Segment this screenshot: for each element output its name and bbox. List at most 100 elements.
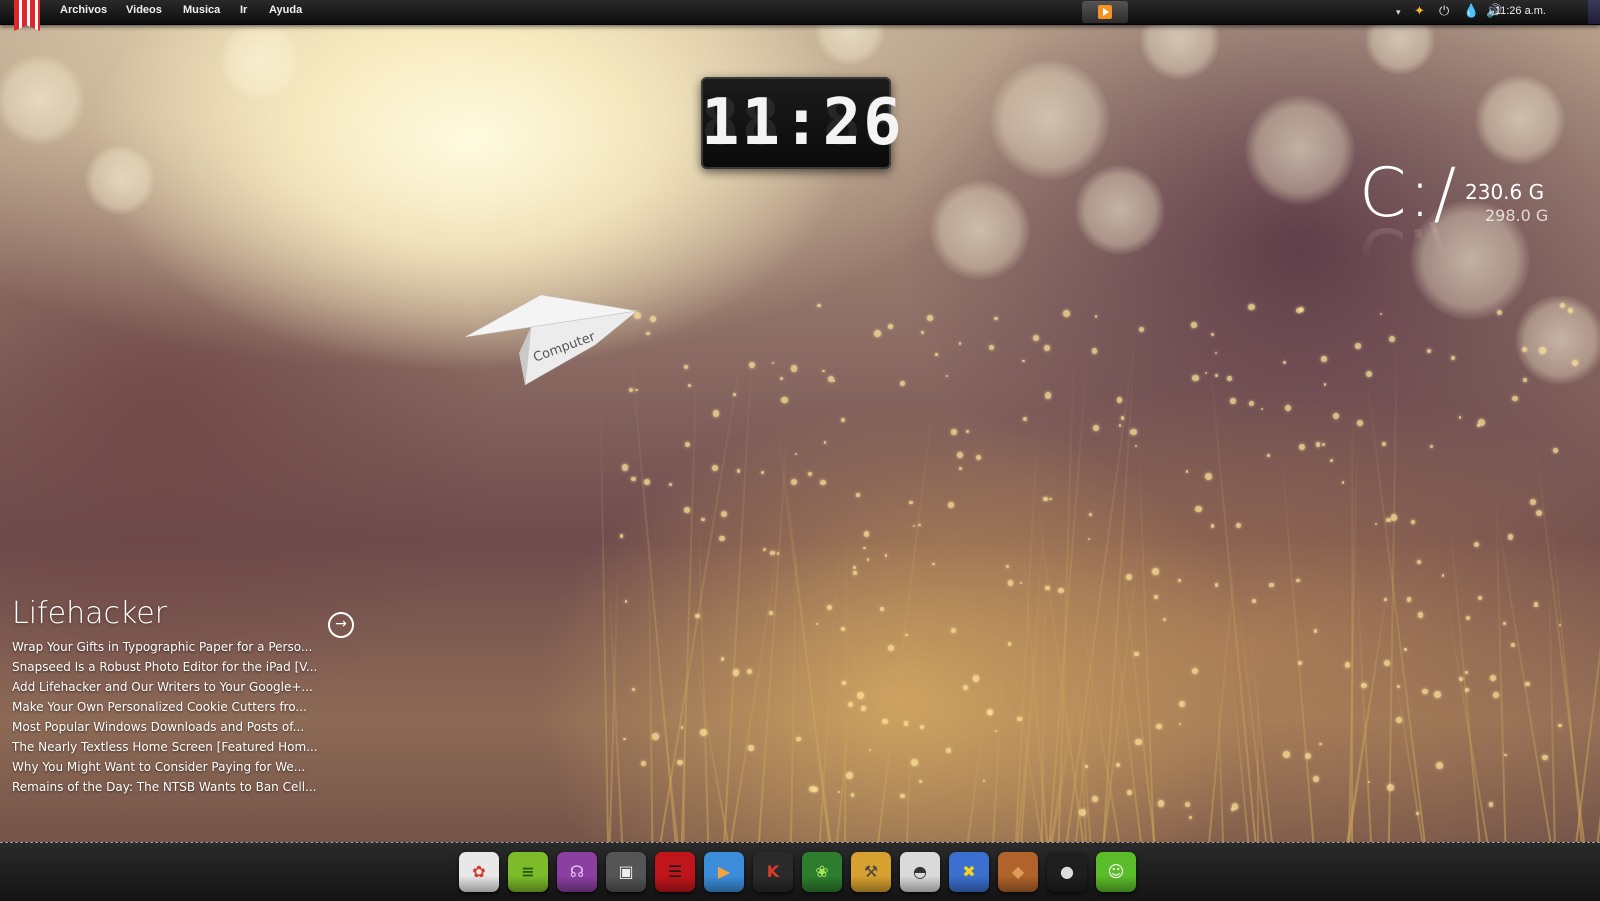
network-icon[interactable]: ✦ bbox=[1414, 3, 1425, 21]
grass-seed bbox=[900, 794, 905, 799]
grass-seed bbox=[1539, 347, 1546, 354]
grass-seed bbox=[900, 381, 906, 386]
grass-seed bbox=[781, 396, 788, 404]
tools-icon[interactable]: ⚒ bbox=[851, 852, 891, 892]
grass-seed bbox=[790, 364, 798, 372]
grass-seed bbox=[1156, 723, 1162, 730]
clover-icon[interactable]: ❀ bbox=[802, 852, 842, 892]
drive-space-widget[interactable]: C:/ C:/ 230.6 G 298.0 G bbox=[1355, 154, 1555, 291]
rss-item[interactable]: Add Lifehacker and Our Writers to Your G… bbox=[12, 677, 362, 697]
grass-seed bbox=[1129, 428, 1137, 436]
grass-seed bbox=[946, 748, 952, 754]
rss-title[interactable]: Lifehacker bbox=[12, 596, 362, 631]
grass-seed bbox=[1204, 371, 1207, 374]
grass-seed bbox=[1152, 568, 1159, 575]
grass-seed bbox=[1321, 356, 1327, 362]
leather-icon[interactable]: ◆ bbox=[998, 852, 1038, 892]
grass-seed bbox=[1158, 800, 1165, 807]
grass-seed bbox=[1057, 587, 1064, 594]
grass-seed bbox=[1497, 310, 1502, 315]
tools-icon-glyph: ⚒ bbox=[863, 862, 879, 881]
grass-seed bbox=[1477, 424, 1481, 427]
film-icon-glyph: ▣ bbox=[618, 862, 634, 881]
android-icon[interactable]: ☺ bbox=[1096, 852, 1136, 892]
grass-seed bbox=[1078, 809, 1086, 817]
grass-seed bbox=[1184, 801, 1191, 808]
grass-seed bbox=[1374, 522, 1377, 526]
grass-seed bbox=[1553, 448, 1559, 454]
lamp-icon[interactable]: ● bbox=[1047, 852, 1087, 892]
grass-seed bbox=[958, 466, 962, 471]
grass-seed bbox=[1436, 762, 1444, 769]
grass-seed bbox=[845, 772, 853, 779]
grass-seed bbox=[719, 535, 725, 542]
grass-seed bbox=[1118, 424, 1122, 427]
grass-seed bbox=[1191, 374, 1199, 382]
windows-icon[interactable]: ✖ bbox=[949, 852, 989, 892]
menu-videos[interactable]: Videos bbox=[126, 4, 162, 16]
media-player-button[interactable] bbox=[1082, 1, 1128, 23]
grass-seed bbox=[732, 669, 740, 677]
menu-ir[interactable]: Ir bbox=[240, 4, 247, 16]
rss-item[interactable]: Wrap Your Gifts in Typographic Paper for… bbox=[12, 637, 362, 657]
grass-seed bbox=[1191, 322, 1197, 328]
grass-seed bbox=[1005, 565, 1010, 569]
grass-seed bbox=[685, 441, 691, 447]
grass-seed bbox=[1430, 445, 1434, 449]
grass-seed bbox=[1022, 359, 1025, 363]
headphones-icon[interactable]: ☊ bbox=[557, 852, 597, 892]
grass-seed bbox=[1085, 765, 1088, 768]
menu-ayuda[interactable]: Ayuda bbox=[269, 4, 302, 16]
filmstrip-icon[interactable]: ☰ bbox=[655, 852, 695, 892]
grass-seed bbox=[847, 702, 853, 708]
grass-seed bbox=[1417, 612, 1423, 618]
grass-seed bbox=[919, 779, 923, 783]
grass-seed bbox=[1511, 642, 1516, 647]
grass-seed bbox=[975, 455, 981, 461]
chevron-down-icon[interactable]: ▾ bbox=[1396, 4, 1401, 22]
top-menubar: Archivos Videos Musica Ir Ayuda ▾ ✦ ⏻ 💧 … bbox=[0, 0, 1600, 31]
arrow-right-icon[interactable]: → bbox=[328, 612, 354, 638]
power-icon[interactable]: ⏻ bbox=[1439, 3, 1449, 21]
grass-seed bbox=[1093, 425, 1100, 431]
grass-seed bbox=[1248, 304, 1255, 311]
grass-seed bbox=[1017, 716, 1022, 722]
grass-seed bbox=[1043, 496, 1048, 502]
spotify-icon[interactable]: ≡ bbox=[508, 852, 548, 892]
rss-item[interactable]: The Nearly Textless Home Screen [Feature… bbox=[12, 737, 362, 757]
grass-seed bbox=[1094, 315, 1098, 318]
vlc-icon[interactable]: ▶ bbox=[704, 852, 744, 892]
picasa-icon[interactable]: ✿ bbox=[459, 852, 499, 892]
grass-seed bbox=[1361, 682, 1367, 689]
film-icon[interactable]: ▣ bbox=[606, 852, 646, 892]
grass-seed bbox=[1465, 688, 1469, 693]
grass-seed bbox=[1542, 754, 1548, 760]
drop-icon[interactable]: 💧 bbox=[1463, 3, 1479, 21]
windows-icon-glyph: ✖ bbox=[962, 862, 976, 881]
grass-seed bbox=[1535, 509, 1542, 517]
k-app-icon[interactable]: K bbox=[753, 852, 793, 892]
grass-seed bbox=[631, 476, 636, 482]
grass-seed bbox=[1126, 790, 1132, 796]
flip-clock-widget[interactable]: 88:88 11:26 bbox=[701, 77, 904, 169]
drive-icon[interactable]: ◓ bbox=[900, 852, 940, 892]
rss-item[interactable]: Why You Might Want to Consider Paying fo… bbox=[12, 757, 362, 777]
grass-seed bbox=[1492, 691, 1500, 698]
rss-item[interactable]: Make Your Own Personalized Cookie Cutter… bbox=[12, 697, 362, 717]
grass-seed bbox=[1366, 370, 1373, 377]
clover-icon-glyph: ❀ bbox=[815, 862, 829, 881]
menu-musica[interactable]: Musica bbox=[183, 4, 220, 16]
menu-archivos[interactable]: Archivos bbox=[60, 4, 107, 16]
grass-seed bbox=[815, 622, 818, 625]
grass-seed bbox=[1384, 597, 1387, 601]
grass-seed bbox=[695, 613, 700, 619]
grass-seed bbox=[779, 377, 783, 381]
grass-seed bbox=[1091, 348, 1097, 354]
grass-seed bbox=[1297, 660, 1303, 666]
rss-item[interactable]: Snapseed Is a Robust Photo Editor for th… bbox=[12, 657, 362, 677]
rss-item[interactable]: Remains of the Day: The NTSB Wants to Ba… bbox=[12, 777, 362, 797]
clock-time: 11:26 bbox=[701, 86, 904, 160]
tray-clock[interactable]: 11:26 a.m. bbox=[1495, 5, 1546, 17]
show-desktop-button[interactable] bbox=[1588, 0, 1600, 24]
rss-item[interactable]: Most Popular Windows Downloads and Posts… bbox=[12, 717, 362, 737]
